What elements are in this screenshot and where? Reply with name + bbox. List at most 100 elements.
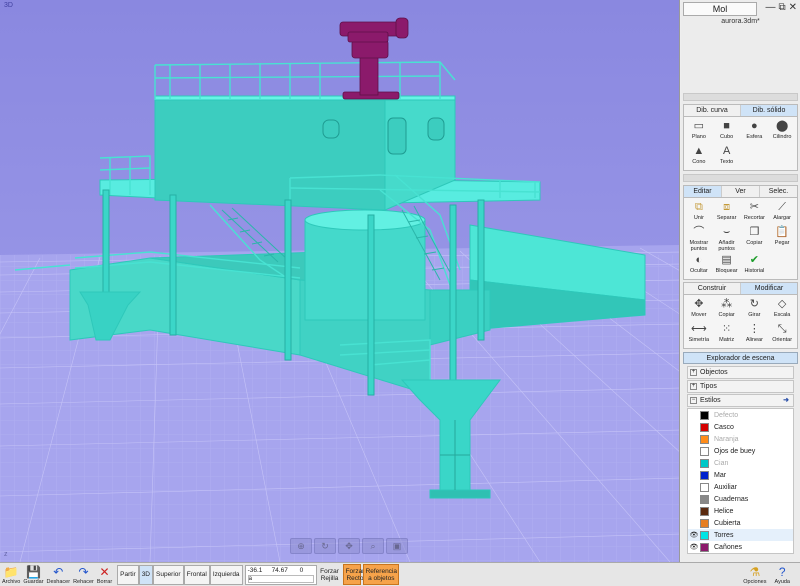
tool-cilindro[interactable]: ⬤ Cilindro [768, 119, 796, 143]
tab-modify[interactable]: Modificar [741, 283, 797, 294]
tool-alinear[interactable]: ⋮ Alinear [741, 322, 769, 346]
object-snap-toggle[interactable]: Referencia a objetos [362, 564, 399, 585]
tool-escala[interactable]: ◇ Escala [768, 297, 796, 321]
collapse-icon[interactable]: − [690, 397, 697, 404]
tool-historial[interactable]: ✔ Historial [741, 253, 769, 277]
expand-icon[interactable]: + [690, 383, 697, 390]
eye-icon[interactable]: 👁 [688, 531, 700, 539]
tool-mover[interactable]: ✥ Mover [685, 297, 713, 321]
scale-icon: ◇ [777, 298, 787, 310]
style-color-swatch[interactable] [700, 518, 709, 528]
tree-node-objects[interactable]: + Objectos [687, 366, 794, 379]
arrow-right-icon[interactable]: ➜ [783, 395, 789, 406]
tool-cubo[interactable]: ■ Cubo [713, 119, 741, 143]
style-row-auxiliar[interactable]: Auxiliar [688, 481, 793, 493]
tab-draw-solid[interactable]: Dib. sólido [741, 105, 797, 116]
tool-anadir-puntos[interactable]: ⌣ Añadir puntos [713, 225, 741, 253]
scene-canvas[interactable] [0, 0, 680, 562]
style-color-swatch[interactable] [700, 530, 709, 540]
minimize-icon[interactable]: — [765, 2, 775, 13]
pan-icon[interactable]: ⊕ [290, 538, 312, 554]
style-color-swatch[interactable] [700, 422, 709, 432]
borrar-button[interactable]: ✕ Borrar [97, 565, 112, 585]
tree-node-styles[interactable]: − Estilos ➜ [687, 394, 794, 407]
style-row-casco[interactable]: Casco [688, 421, 793, 433]
tool-copiar[interactable]: ⁂ Copiar [713, 297, 741, 321]
style-row-cuadernas[interactable]: Cuadernas [688, 493, 793, 505]
tool-esfera[interactable]: ● Esfera [741, 119, 769, 143]
style-color-swatch[interactable] [700, 494, 709, 504]
tool-ocultar[interactable]: ◐ Ocultar [685, 253, 713, 277]
3d-viewport[interactable]: 3D z ⊕ ↻ ✥ ⌕ ▣ [0, 0, 680, 562]
view-3d-button[interactable]: 3D [138, 565, 153, 585]
tool-matriz[interactable]: ⁙ Matriz [713, 322, 741, 346]
snap-straight-toggle[interactable]: Forzar Recto [342, 564, 364, 585]
view-superior-button[interactable]: Superior [153, 565, 184, 585]
scene-explorer-header[interactable]: Explorador de escena [683, 352, 798, 364]
style-row-naranja[interactable]: Naranja [688, 433, 793, 445]
guardar-button[interactable]: 💾 Guardar [23, 565, 43, 585]
tab-draw-curve[interactable]: Dib. curva [684, 105, 741, 116]
style-row-canones[interactable]: 👁 Cañones [688, 541, 793, 553]
style-row-helice[interactable]: Helice [688, 505, 793, 517]
reset-view-icon[interactable]: ▣ [386, 538, 408, 554]
view-partir-button[interactable]: Partir [117, 565, 139, 585]
style-row-torres[interactable]: 👁 Torres [688, 529, 793, 541]
style-row-mar[interactable]: Mar [688, 469, 793, 481]
tool-unir[interactable]: ⧉ Unir [685, 200, 713, 224]
tool-orientar[interactable]: ⤡ Orientar [768, 322, 796, 346]
style-color-swatch[interactable] [700, 446, 709, 456]
tool-bloquear[interactable]: ▤ Bloquear [713, 253, 741, 277]
style-row-defecto[interactable]: Defecto [688, 409, 793, 421]
style-color-swatch[interactable] [700, 458, 709, 468]
tool-pegar[interactable]: 📋 Pegar [768, 225, 796, 252]
view-izquierda-button[interactable]: Izquierda [209, 565, 243, 585]
tab-view[interactable]: Ver [722, 186, 760, 197]
tool-copiar[interactable]: ❐ Copiar [741, 225, 769, 252]
move-view-icon[interactable]: ✥ [338, 538, 360, 554]
panel-separator [683, 174, 798, 182]
style-row-cian[interactable]: Cian [688, 457, 793, 469]
ayuda-button[interactable]: ? Ayuda [775, 565, 791, 585]
tool-texto[interactable]: A Texto [713, 144, 741, 168]
tool-cono[interactable]: ▲ Cono [685, 144, 713, 168]
style-color-swatch[interactable] [700, 542, 709, 552]
tool-girar[interactable]: ↻ Girar [741, 297, 769, 321]
axis-indicator: z [4, 551, 8, 558]
deshacer-button[interactable]: ↶ Deshacer [47, 565, 71, 585]
toolbar-label: Borrar [96, 579, 113, 585]
view-navigation-widget[interactable]: ⊕ ↻ ✥ ⌕ ▣ [290, 538, 408, 556]
coord-x: -36.1 [247, 567, 263, 574]
style-color-swatch[interactable] [700, 506, 709, 516]
zoom-icon[interactable]: ⌕ [362, 538, 384, 554]
tab-select[interactable]: Selec. [760, 186, 797, 197]
style-color-swatch[interactable] [700, 482, 709, 492]
tool-alargar[interactable]: ⟋ Alargar [768, 200, 796, 224]
tool-plano[interactable]: ▭ Plano [685, 119, 713, 143]
tool-simetria[interactable]: ⟷ Simetría [685, 322, 713, 346]
expand-icon[interactable]: + [690, 369, 697, 376]
tab-edit[interactable]: Editar [684, 186, 722, 197]
tool-mostrar-puntos[interactable]: ⌒ Mostrar puntos [685, 225, 713, 253]
style-color-swatch[interactable] [700, 410, 709, 420]
style-color-swatch[interactable] [700, 470, 709, 480]
toolbar-label: Deshacer [46, 579, 71, 585]
snap-grid-toggle[interactable]: Forzar Rejilla [319, 564, 341, 585]
eye-icon[interactable]: 👁 [688, 543, 700, 551]
view-frontal-button[interactable]: Frontal [183, 565, 210, 585]
rotate-view-icon[interactable]: ↻ [314, 538, 336, 554]
close-icon[interactable]: ✕ [789, 2, 797, 13]
style-color-swatch[interactable] [700, 434, 709, 444]
tree-node-types[interactable]: + Tipos [687, 380, 794, 393]
opciones-button[interactable]: ⚗ Opciones [743, 565, 766, 585]
style-row-cubierta[interactable]: Cubierta [688, 517, 793, 529]
coordinate-input[interactable]: a [247, 575, 314, 583]
tab-build[interactable]: Construir [684, 283, 741, 294]
style-row-ojos-de-buey[interactable]: Ojos de buey [688, 445, 793, 457]
tool-recortar[interactable]: ✂ Recortar [741, 200, 769, 224]
tool-label: Orientar [772, 337, 793, 343]
archivo-button[interactable]: 📁 Archivo [2, 565, 20, 585]
rehacer-button[interactable]: ↷ Rehacer [73, 565, 94, 585]
tool-separar[interactable]: ⧈ Separar [713, 200, 741, 224]
restore-icon[interactable]: ⧉ [778, 2, 785, 13]
